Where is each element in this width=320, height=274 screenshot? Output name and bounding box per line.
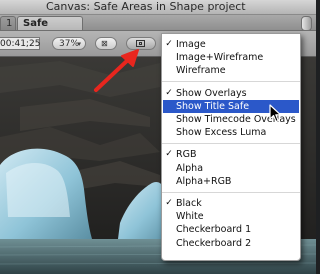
menu-item-rgb[interactable]: ✓ RGB [163,148,299,161]
menu-item-label: Black [176,198,202,209]
window-scroll-nub[interactable] [301,16,312,31]
tab-previous[interactable]: 1 [0,16,16,30]
view-mode-button[interactable]: ⊠ [95,37,117,50]
menu-item-label: Checkerboard 2 [176,237,252,249]
menu-item-label: Alpha [176,162,204,174]
menu-item-label: Alpha+RGB [176,175,232,187]
checkmark-icon: ✓ [165,198,173,208]
menu-separator [162,142,300,144]
zoom-popup[interactable]: 37% ▾ [52,37,86,50]
menu-item-show-overlays[interactable]: ✓ Show Overlays [163,87,299,100]
menu-item-checkerboard-1[interactable]: Checkerboard 1 [163,223,299,236]
checkmark-icon: ✓ [165,149,173,160]
chevron-down-icon: ▾ [77,40,81,48]
menu-item-label: Show Overlays [176,87,247,99]
menu-item-label: Show Excess Luma [176,127,267,139]
menu-item-label: Image+Wireframe [176,52,264,64]
menu-item-label: Checkerboard 1 [176,224,252,236]
menu-item-label: Show Timecode Overlays [176,114,296,125]
menu-separator [162,81,300,83]
zoom-value: 37% [59,39,80,49]
menu-item-wireframe[interactable]: Wireframe [163,64,299,77]
menu-item-white[interactable]: White [163,210,299,223]
menu-item-label: Show Title Safe [176,100,250,112]
menu-item-image[interactable]: ✓ Image [163,38,299,51]
view-options-button[interactable] [126,37,156,50]
menu-item-show-excess-luma[interactable]: Show Excess Luma [163,126,299,139]
menu-item-show-timecode-overlays[interactable]: Show Timecode Overlays [163,113,299,126]
menu-item-checkerboard-2[interactable]: Checkerboard 2 [163,237,299,250]
window-title-bar: Canvas: Safe Areas in Shape project [0,0,316,15]
window-title: Canvas: Safe Areas in Shape project [46,0,246,13]
safe-area-icon [136,40,145,47]
menu-item-label: White [176,211,204,223]
timecode-field[interactable]: 00:41;25 [0,37,40,50]
menu-item-label: Image [176,39,206,50]
menu-item-image-wireframe[interactable]: Image+Wireframe [163,51,299,64]
checkmark-icon: ✓ [165,87,173,98]
menu-item-show-title-safe[interactable]: Show Title Safe [163,99,299,113]
tab-safe-areas[interactable]: Safe Areas [17,16,83,43]
menu-item-label: Wireframe [176,65,226,77]
view-options-menu: ✓ Image Image+Wireframe Wireframe ✓ Show Over… [161,33,301,261]
checkmark-icon: ✓ [165,39,173,49]
menu-item-alpha[interactable]: Alpha [163,162,299,175]
tab-bar: 1 Safe Areas [0,15,316,43]
menu-item-alpha-rgb[interactable]: Alpha+RGB [163,175,299,188]
menu-item-label: RGB [176,149,197,161]
menu-item-black[interactable]: ✓ Black [163,197,299,210]
view-mode-icon: ⊠ [101,39,108,48]
menu-separator [162,191,300,193]
